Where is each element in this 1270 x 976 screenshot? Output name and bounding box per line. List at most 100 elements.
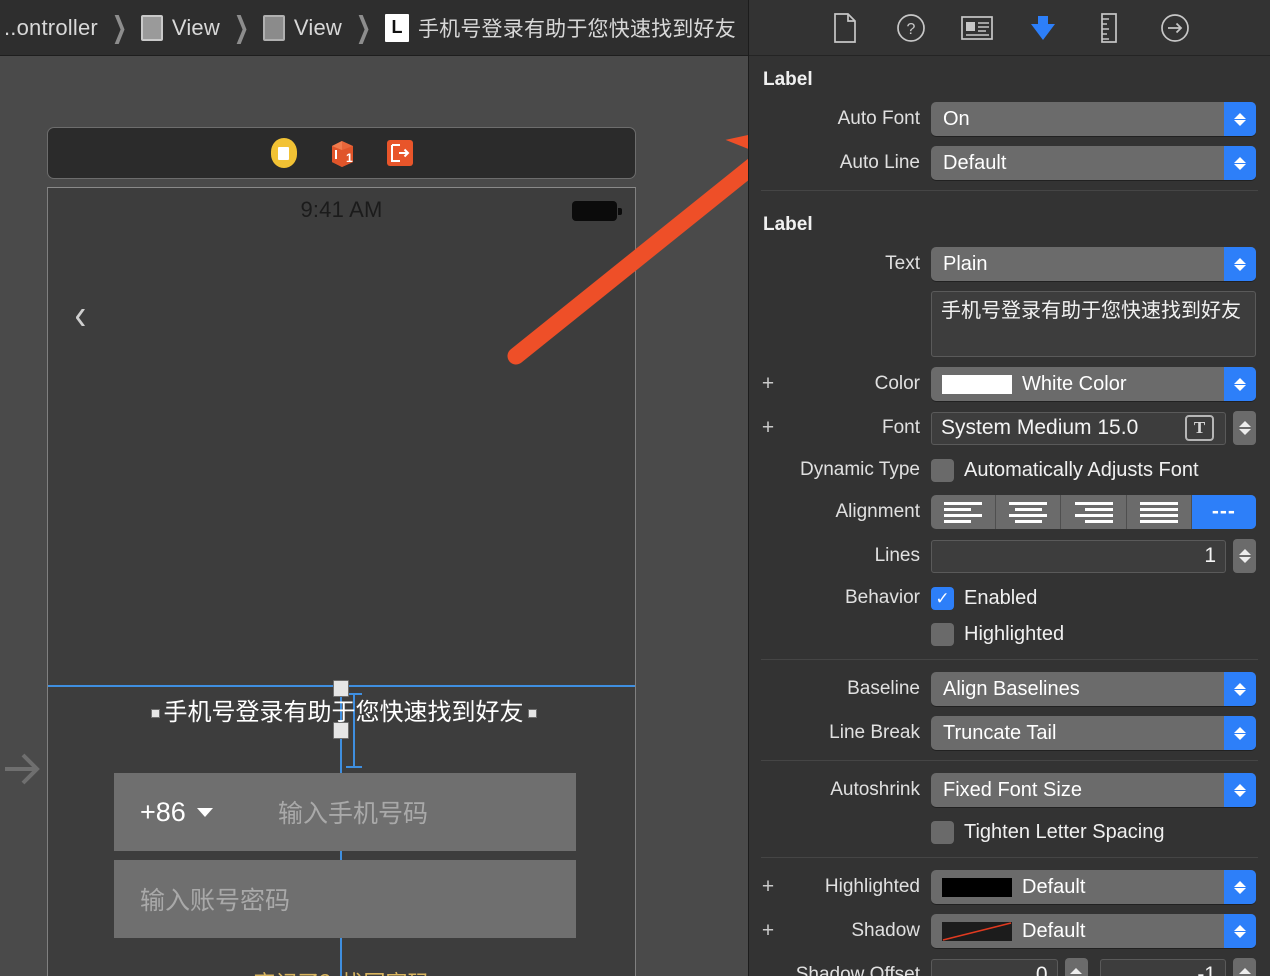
battery-icon (572, 201, 622, 221)
forgot-password-link[interactable]: 忘记了？找回密码 (48, 966, 635, 976)
phone-textfield[interactable]: +86 输入手机号码 (114, 773, 576, 851)
dynamic-type-label: Dynamic Type (799, 459, 920, 480)
shadow-color-popup[interactable]: Default (931, 914, 1256, 948)
attributes-inspector-tab[interactable] (1023, 9, 1063, 47)
align-left-button[interactable] (931, 495, 997, 529)
section-divider (761, 659, 1258, 660)
file-inspector-tab[interactable] (825, 9, 865, 47)
add-font-variation-icon[interactable]: + (757, 416, 779, 440)
popup-chevrons-icon[interactable] (1224, 146, 1256, 180)
popup-chevrons-icon[interactable] (1224, 716, 1256, 750)
align-center-button[interactable] (996, 495, 1062, 529)
align-natural-button[interactable]: --- (1191, 495, 1256, 529)
password-textfield[interactable]: 输入账号密码 (114, 860, 576, 938)
row-auto-font[interactable]: + Auto Font On (749, 100, 1270, 138)
add-shadow-variation-icon[interactable]: + (757, 919, 779, 943)
row-lines[interactable]: + Lines 1 (749, 537, 1270, 575)
line-break-popup[interactable]: Truncate Tail (931, 716, 1256, 750)
popup-chevrons-icon[interactable] (1224, 247, 1256, 281)
exit-icon[interactable] (384, 137, 416, 169)
lines-input[interactable]: 1 (931, 539, 1226, 573)
row-text[interactable]: + Text Plain (749, 245, 1270, 283)
row-baseline[interactable]: + Baseline Align Baselines (749, 670, 1270, 708)
breadcrumb-item-view-1[interactable]: View (139, 14, 222, 41)
shadow-offset-x-stepper[interactable] (1064, 958, 1088, 976)
row-tighten-letter-spacing[interactable]: + Tighten Letter Spacing (749, 815, 1270, 849)
row-behavior-highlighted[interactable]: + Highlighted (749, 617, 1270, 651)
lines-stepper[interactable] (1233, 539, 1256, 573)
row-shadow-color[interactable]: + Shadow Default (749, 912, 1270, 950)
auto-line-popup[interactable]: Default (931, 146, 1256, 180)
align-right-button[interactable] (1061, 495, 1127, 529)
text-color-popup[interactable]: White Color (931, 367, 1256, 401)
font-field[interactable]: System Medium 15.0 T (931, 411, 1226, 445)
alignment-segmented-control[interactable]: --- (931, 495, 1256, 529)
row-autoshrink[interactable]: + Autoshrink Fixed Font Size (749, 771, 1270, 809)
row-auto-line[interactable]: + Auto Line Default (749, 144, 1270, 182)
popup-chevrons-icon[interactable] (1224, 102, 1256, 136)
popup-chevrons-icon[interactable] (1224, 672, 1256, 706)
font-size-stepper[interactable] (1233, 411, 1256, 445)
scene-dock[interactable]: 1 (47, 127, 636, 179)
selection-handle-bottom[interactable] (333, 722, 349, 739)
row-line-break[interactable]: + Line Break Truncate Tail (749, 714, 1270, 752)
plus-placeholder-icon: + (757, 721, 779, 745)
highlighted-label: Highlighted (964, 622, 1065, 645)
popup-chevrons-icon[interactable] (1224, 870, 1256, 904)
view-controller-icon[interactable] (268, 137, 300, 169)
add-highlighted-variation-icon[interactable]: + (757, 875, 779, 899)
section-divider (761, 857, 1258, 858)
highlighted-checkbox[interactable] (931, 622, 954, 646)
auto-adjusts-font-checkbox[interactable] (931, 458, 954, 482)
add-color-variation-icon[interactable]: + (757, 372, 779, 396)
autoshrink-value: Fixed Font Size (943, 778, 1082, 801)
country-code-selector[interactable]: +86 (140, 773, 213, 851)
popup-chevrons-icon[interactable] (1224, 914, 1256, 948)
highlighted-color-popup[interactable]: Default (931, 870, 1256, 904)
storyboard-canvas[interactable]: 1 9:41 AM ‹ 手机号登录有助于您快速找到好友 +86 输入手机号码 输… (0, 56, 748, 976)
view-controller-scene[interactable]: 9:41 AM ‹ 手机号登录有助于您快速找到好友 +86 输入手机号码 输入账… (47, 187, 636, 976)
label-text-input[interactable]: 手机号登录有助于您快速找到好友 (931, 291, 1256, 357)
tighten-letter-spacing-checkbox[interactable] (931, 820, 954, 844)
shadow-offset-y-stepper[interactable] (1233, 958, 1256, 976)
identity-inspector-tab[interactable] (957, 9, 997, 47)
breadcrumb-label: ..ontroller (4, 14, 98, 40)
row-color[interactable]: + Color White Color (749, 365, 1270, 403)
enabled-checkbox[interactable]: ✓ (931, 586, 954, 610)
inspector-tab-bar[interactable]: ? (749, 0, 1270, 56)
text-type-popup[interactable]: Plain (931, 247, 1256, 281)
popup-chevrons-icon[interactable] (1224, 367, 1256, 401)
align-justified-button[interactable] (1127, 495, 1192, 529)
row-font[interactable]: + Font System Medium 15.0 T (749, 409, 1270, 447)
breadcrumb-item-view-2[interactable]: View (261, 14, 344, 41)
first-responder-icon[interactable]: 1 (326, 137, 358, 169)
baseline-popup[interactable]: Align Baselines (931, 672, 1256, 706)
auto-font-value: On (943, 107, 970, 130)
row-dynamic-type[interactable]: + Dynamic Type Automatically Adjusts Fon… (749, 453, 1270, 487)
section-divider (761, 190, 1258, 191)
quick-help-tab[interactable]: ? (891, 9, 931, 47)
row-text-content[interactable]: + 手机号登录有助于您快速找到好友 (749, 289, 1270, 359)
shadow-offset-y-input[interactable]: -1 (1099, 958, 1226, 976)
autoshrink-popup[interactable]: Fixed Font Size (931, 773, 1256, 807)
back-chevron-icon[interactable]: ‹ (74, 293, 86, 337)
selection-handle-top[interactable] (333, 680, 349, 697)
breadcrumb-label: View (293, 14, 342, 40)
breadcrumb-item-controller[interactable]: ..ontroller (2, 15, 100, 41)
row-shadow-offset[interactable]: + Shadow Offset 0 -1 (749, 956, 1270, 976)
selection-handle-left[interactable] (151, 709, 160, 718)
selection-handle-right[interactable] (528, 709, 537, 718)
font-picker-icon[interactable]: T (1185, 415, 1214, 441)
row-alignment[interactable]: + Alignment --- (749, 493, 1270, 531)
auto-font-popup[interactable]: On (931, 102, 1256, 136)
popup-chevrons-icon[interactable] (1224, 773, 1256, 807)
row-highlighted-color[interactable]: + Highlighted Default (749, 868, 1270, 906)
row-behavior-enabled[interactable]: + Behavior ✓ Enabled (749, 581, 1270, 615)
shadow-offset-x-input[interactable]: 0 (931, 958, 1058, 976)
connections-inspector-tab[interactable] (1155, 9, 1195, 47)
breadcrumb-item-label[interactable]: L 手机号登录有助于您快速找到好友 (383, 13, 738, 43)
breadcrumb[interactable]: ..ontroller ❯ View ❯ View ❯ L 手机号登录有助于您快… (0, 0, 748, 56)
autoshrink-label: Autoshrink (830, 779, 920, 800)
size-inspector-tab[interactable] (1089, 9, 1129, 47)
country-code-label: +86 (140, 796, 186, 827)
